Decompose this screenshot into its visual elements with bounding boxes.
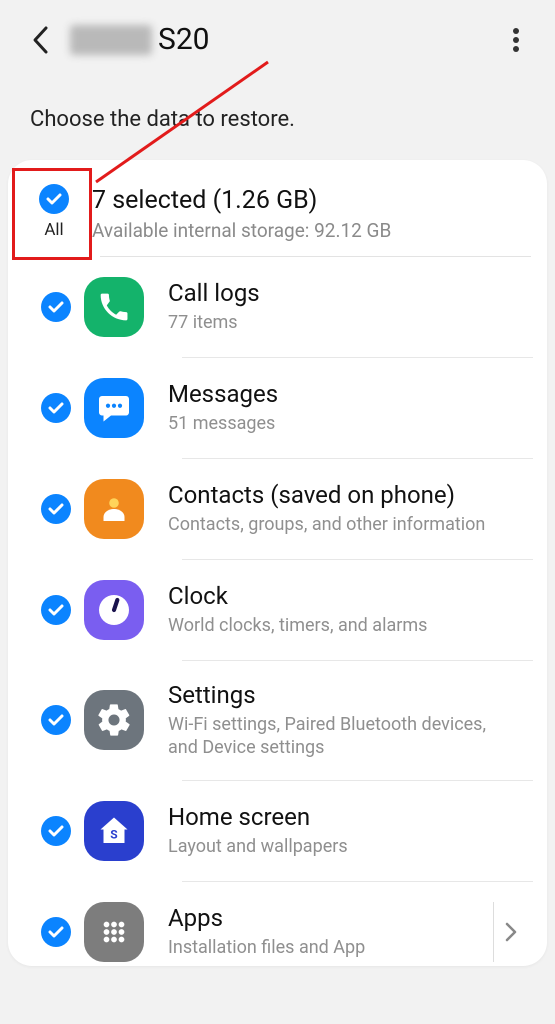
chevron-right-icon bbox=[504, 921, 518, 943]
device-name-redacted bbox=[70, 25, 152, 55]
contacts-icon bbox=[84, 479, 144, 539]
phone-icon bbox=[98, 291, 130, 323]
call-logs-icon bbox=[84, 277, 144, 337]
check-icon bbox=[48, 402, 64, 414]
list-item-home-screen[interactable]: S Home screen Layout and wallpapers bbox=[22, 781, 533, 881]
grid-icon bbox=[99, 917, 129, 947]
item-title: Call logs bbox=[168, 279, 519, 307]
check-icon bbox=[48, 604, 64, 616]
item-title: Settings bbox=[168, 681, 519, 709]
item-title: Contacts (saved on phone) bbox=[168, 481, 519, 509]
item-title: Apps bbox=[168, 904, 481, 932]
item-title: Clock bbox=[168, 582, 519, 610]
checkbox[interactable] bbox=[41, 595, 71, 625]
item-subtitle: 77 items bbox=[168, 311, 519, 334]
select-all-checkbox[interactable] bbox=[39, 184, 69, 214]
check-icon bbox=[48, 825, 64, 837]
item-title: Home screen bbox=[168, 803, 519, 831]
page-title: S20 bbox=[158, 22, 210, 57]
item-subtitle: Installation files and App bbox=[168, 936, 481, 959]
list-item-settings[interactable]: Settings Wi-Fi settings, Paired Bluetoot… bbox=[22, 661, 533, 780]
check-icon bbox=[48, 714, 64, 726]
clock-face-icon bbox=[94, 590, 134, 630]
check-icon bbox=[46, 193, 62, 205]
clock-icon bbox=[84, 580, 144, 640]
available-storage: Available internal storage: 92.12 GB bbox=[92, 219, 527, 242]
checkbox[interactable] bbox=[41, 816, 71, 846]
svg-text:S: S bbox=[110, 827, 117, 841]
check-icon bbox=[48, 301, 64, 313]
more-icon bbox=[512, 27, 520, 53]
checkbox[interactable] bbox=[41, 494, 71, 524]
messages-icon bbox=[84, 378, 144, 438]
list-item-clock[interactable]: Clock World clocks, timers, and alarms bbox=[22, 560, 533, 660]
back-icon bbox=[31, 25, 49, 55]
check-icon bbox=[48, 503, 64, 515]
item-subtitle: 51 messages bbox=[168, 412, 519, 435]
list-item-messages[interactable]: Messages 51 messages bbox=[22, 358, 533, 458]
list-item-apps[interactable]: Apps Installation files and App bbox=[22, 882, 533, 966]
apps-icon bbox=[84, 902, 144, 962]
item-subtitle: Contacts, groups, and other information bbox=[168, 513, 519, 536]
select-all-label: All bbox=[44, 220, 63, 240]
chat-icon bbox=[96, 390, 132, 426]
select-all-checkbox-wrap: All bbox=[26, 184, 82, 240]
check-icon bbox=[48, 926, 64, 938]
selected-count: 7 selected (1.26 GB) bbox=[92, 186, 527, 215]
back-button[interactable] bbox=[24, 24, 56, 56]
home-screen-icon: S bbox=[84, 801, 144, 861]
item-subtitle: World clocks, timers, and alarms bbox=[168, 614, 519, 637]
list-item-contacts[interactable]: Contacts (saved on phone) Contacts, grou… bbox=[22, 459, 533, 559]
checkbox[interactable] bbox=[41, 705, 71, 735]
select-all-row[interactable]: All 7 selected (1.26 GB) Available inter… bbox=[22, 174, 533, 256]
apps-expand-button[interactable] bbox=[493, 902, 527, 962]
item-subtitle: Wi-Fi settings, Paired Bluetooth devices… bbox=[168, 713, 519, 760]
restore-card: All 7 selected (1.26 GB) Available inter… bbox=[8, 160, 547, 966]
instruction-text: Choose the data to restore. bbox=[0, 67, 555, 152]
checkbox[interactable] bbox=[41, 917, 71, 947]
header: S20 bbox=[0, 0, 555, 67]
item-title: Messages bbox=[168, 380, 519, 408]
gear-icon bbox=[95, 701, 133, 739]
house-icon: S bbox=[96, 813, 132, 849]
more-menu-button[interactable] bbox=[501, 25, 531, 55]
person-icon bbox=[96, 491, 132, 527]
checkbox[interactable] bbox=[41, 292, 71, 322]
selection-summary: 7 selected (1.26 GB) Available internal … bbox=[82, 184, 527, 242]
item-subtitle: Layout and wallpapers bbox=[168, 835, 519, 858]
list-item-call-logs[interactable]: Call logs 77 items bbox=[22, 257, 533, 357]
checkbox[interactable] bbox=[41, 393, 71, 423]
settings-icon bbox=[84, 690, 144, 750]
